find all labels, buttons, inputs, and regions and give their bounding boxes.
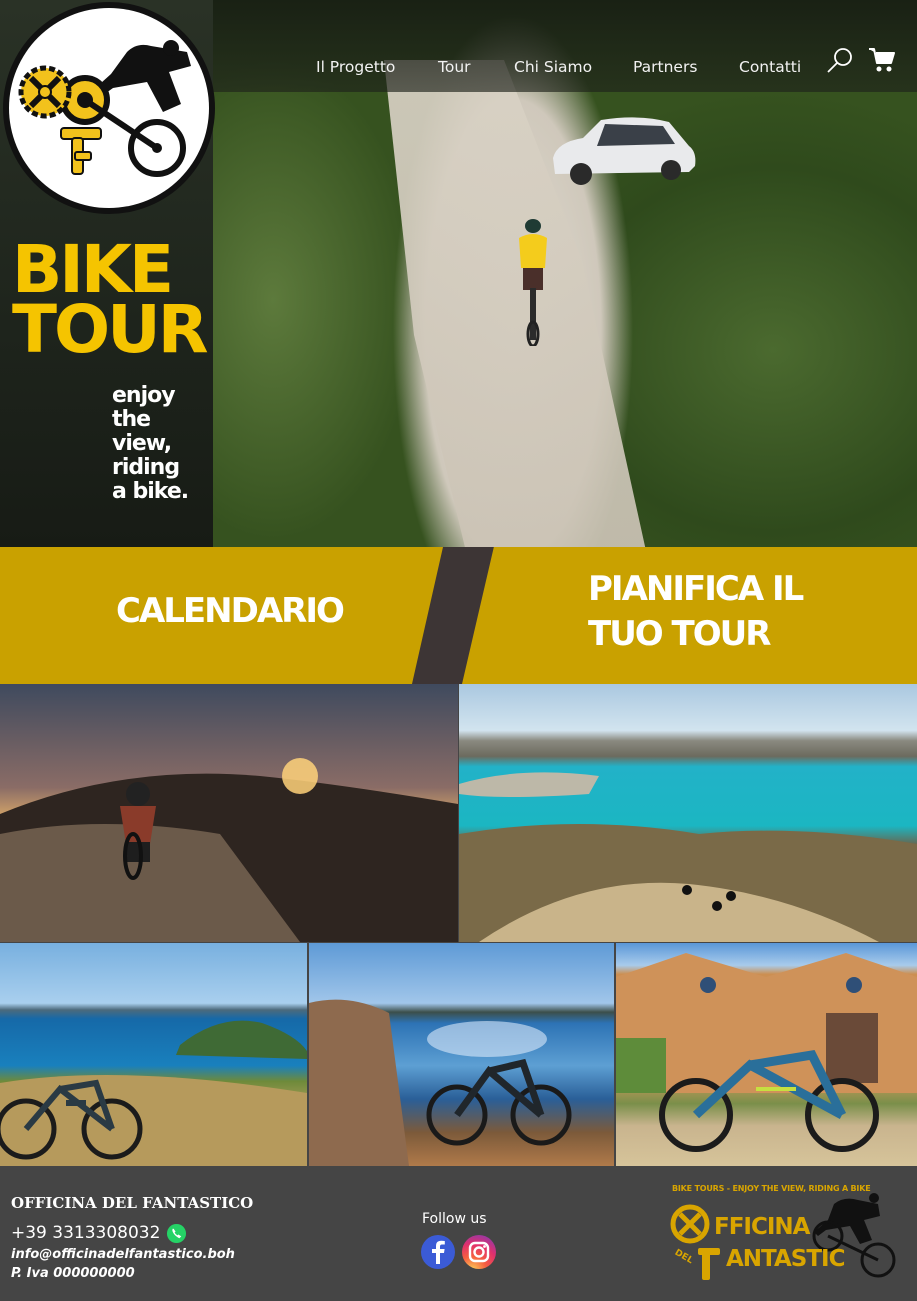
tagline-line: the — [112, 407, 151, 432]
footer-email-link[interactable]: info@officinadelfantastico.boh — [11, 1247, 235, 1262]
coast-riders-illustration — [459, 754, 917, 942]
site-footer: OFFICINA DEL FANTASTICO +39 3313308032 i… — [0, 1166, 917, 1301]
island-ebike-illustration — [0, 1020, 307, 1166]
tagline-line: view, — [112, 431, 172, 456]
top-nav-bar — [213, 0, 917, 92]
footer-logo-word-officina: FFICINA — [714, 1214, 810, 1240]
nav-item-contatti[interactable]: Contatti — [739, 58, 801, 76]
tagline-line: enjoy — [112, 383, 176, 408]
hero-tagline: enjoy the view, riding a bike. — [112, 383, 189, 504]
nav-item-tour[interactable]: Tour — [438, 58, 471, 76]
hero-section: Il Progetto Tour Chi Siamo Partners Cont… — [0, 0, 917, 547]
gallery-photo-warehouse-ebike[interactable] — [616, 943, 917, 1166]
footer-company-name: OFFICINA DEL FANTASTICO — [11, 1194, 254, 1212]
site-logo[interactable] — [3, 2, 215, 214]
tagline-line: a bike. — [112, 479, 189, 504]
tagline-line: riding — [112, 455, 180, 480]
warehouse-ebike-illustration — [616, 953, 917, 1152]
footer-phone-link[interactable]: +39 3313308032 — [11, 1223, 160, 1243]
sunset-rider-illustration — [0, 758, 458, 942]
footer-logo-word-fantastico: ANTASTIC — [726, 1246, 845, 1272]
gallery-photo-rock-ebike[interactable] — [309, 943, 614, 1166]
pianifica-label-line2: TUO TOUR — [588, 614, 771, 654]
footer-logo[interactable]: BIKE TOURS - ENJOY THE VIEW, RIDING A BI… — [668, 1182, 898, 1286]
follow-us-label: Follow us — [422, 1211, 487, 1227]
whatsapp-icon[interactable] — [166, 1223, 187, 1244]
search-icon[interactable] — [826, 46, 854, 74]
pianifica-tour-button[interactable]: PIANIFICA IL TUO TOUR — [462, 547, 917, 684]
facebook-icon[interactable] — [420, 1234, 456, 1270]
gallery-photo-island-ebike[interactable] — [0, 943, 307, 1166]
white-car — [553, 117, 696, 185]
nav-item-il-progetto[interactable]: Il Progetto — [316, 58, 395, 76]
calendario-label: CALENDARIO — [116, 591, 345, 631]
calendario-button[interactable]: CALENDARIO — [0, 547, 443, 684]
cyclist — [519, 219, 547, 346]
cta-band: CALENDARIO PIANIFICA IL TUO TOUR — [0, 547, 917, 684]
nav-item-partners[interactable]: Partners — [633, 58, 697, 76]
rock-ebike-illustration — [309, 999, 572, 1166]
gallery-photo-sunset-ride[interactable] — [0, 684, 458, 942]
pianifica-label-line1: PIANIFICA IL — [588, 569, 804, 609]
hero-title-line2: TOUR — [12, 291, 209, 368]
hero-title: BIKE TOUR — [12, 237, 209, 368]
nav-item-chi-siamo[interactable]: Chi Siamo — [514, 58, 592, 76]
instagram-icon[interactable] — [461, 1234, 497, 1270]
gallery-photo-coast-riders[interactable] — [459, 684, 917, 942]
cart-icon[interactable] — [868, 46, 896, 74]
bike-rider-logo-icon — [18, 40, 191, 177]
footer-vat-number: P. Iva 000000000 — [11, 1266, 135, 1281]
